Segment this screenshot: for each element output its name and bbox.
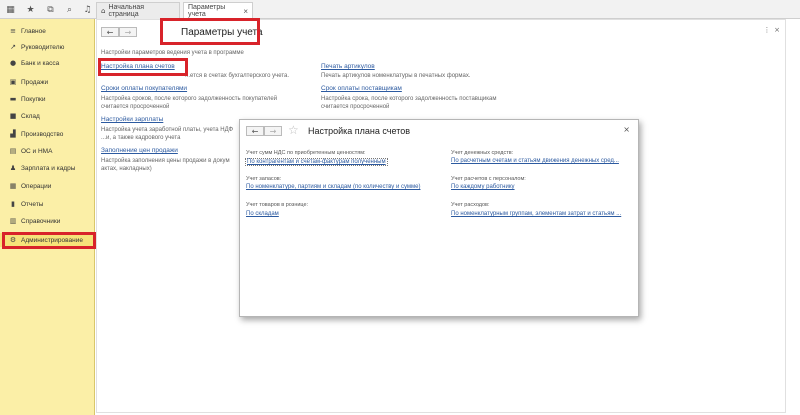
cart-icon: ▣ [9,78,17,86]
operations-icon: ▦ [9,182,17,190]
sidebar-item-warehouse[interactable]: ■ Склад [0,109,95,123]
sidebar-item-label: Отчеты [21,200,44,208]
expense-accounting-label: Учет расходов: [451,202,490,208]
customer-payment-terms-desc2: считается просроченной [101,104,170,110]
sidebar-item-label: ОС и НМА [21,147,53,155]
sales-prices-link[interactable]: Заполнение цен продажи [101,147,178,154]
personnel-accounting-label: Учет расчетов с персоналом: [451,176,526,182]
tab-accounting-params[interactable]: Параметры учета × [183,2,253,19]
supplier-payment-terms-link[interactable]: Срок оплаты поставщикам [321,85,402,92]
sidebar-item-operations[interactable]: ▦ Операции [0,179,95,193]
back-button[interactable]: ← [101,27,119,37]
sidebar-item-label: Операции [21,182,52,190]
cash-accounting-link[interactable]: По расчетным счетам и статьям движения д… [451,158,619,164]
sidebar-item-sales[interactable]: ▣ Продажи [0,75,95,89]
dialog-back-button[interactable]: ← [246,126,264,136]
search-icon[interactable]: ⌕ [62,2,77,17]
salary-settings-desc: Настройка учета заработной платы, учета … [101,127,234,133]
sidebar-item-fixed-assets[interactable]: ▤ ОС и НМА [0,144,95,158]
sidebar-item-label: Зарплата и кадры [21,164,76,172]
cash-accounting-label: Учет денежных средств: [451,150,514,156]
personnel-accounting-link[interactable]: По каждому работнику [451,184,515,190]
tab-home-label: Начальная страница [108,4,145,18]
bell-icon[interactable]: ♫ [80,2,95,17]
tab-home[interactable]: ⌂ Начальная страница [96,2,180,19]
sidebar-item-catalogs[interactable]: ▥ Справочники [0,214,95,228]
basket-icon: ▬ [9,95,17,103]
sidebar-item-purchases[interactable]: ▬ Покупки [0,92,95,106]
expense-accounting-link[interactable]: По номенклатурным группам, элементам зат… [451,211,621,217]
close-icon[interactable]: × [243,7,248,16]
chart-of-accounts-desc: ...ется в счетах бухгалтерского учета. [185,73,290,79]
print-articles-link[interactable]: Печать артикулов [321,63,375,70]
highlight-chart-of-accounts-link [98,58,188,76]
home-icon: ⌂ [101,7,106,15]
top-bar: ▦ ★ ⧉ ⌕ ♫ ⌂ Начальная страница Параметры… [0,0,800,19]
sidebar-item-label: Справочники [21,217,61,225]
intro-text: Настройки параметров ведения учета в про… [101,50,244,56]
sidebar-item-manager[interactable]: ↗ Руководителю [0,40,95,54]
highlight-page-title [160,18,260,45]
sidebar-item-label: Банк и касса [21,59,60,67]
star-icon[interactable]: ★ [23,2,38,17]
menu-icon: ≡ [10,27,16,35]
building-icon: ▤ [9,147,17,155]
more-icon[interactable]: ⋮ [762,26,772,34]
sidebar-item-reports[interactable]: ▮ Отчеты [0,197,95,211]
history-icon[interactable]: ⧉ [43,2,58,17]
sales-prices-desc: Настройка заполнения цены продажи в доку… [101,158,230,164]
sidebar-item-production[interactable]: ▟ Производство [0,127,95,141]
sidebar: ≡ Главное ↗ Руководителю ● Банк и касса … [0,19,95,415]
factory-icon: ▟ [10,130,16,138]
forward-button[interactable]: → [119,27,137,37]
highlight-administration [2,232,96,249]
sidebar-item-label: Продажи [21,78,49,86]
salary-settings-desc2: ...и, а также кадрового учета [101,135,181,141]
people-icon: ♟ [9,164,17,172]
sidebar-item-label: Склад [21,112,40,120]
sidebar-item-bank[interactable]: ● Банк и касса [0,56,95,70]
supplier-payment-terms-desc: Настройка срока, после которого задолжен… [321,96,497,102]
chart-of-accounts-dialog: ← → ☆ Настройка плана счетов × Учет сумм… [239,119,639,317]
sidebar-item-label: Руководителю [21,43,65,51]
retail-accounting-label: Учет товаров в рознице: [246,202,309,208]
customer-payment-terms-desc: Настройка сроков, после которого задолже… [101,96,278,102]
favorite-star-icon[interactable]: ☆ [288,123,299,137]
customer-payment-terms-link[interactable]: Сроки оплаты покупателями [101,85,187,92]
report-icon: ▮ [11,200,15,208]
grid-icon[interactable]: ▦ [3,2,18,17]
chart-icon: ↗ [10,43,16,51]
box-icon: ■ [9,112,17,120]
supplier-payment-terms-desc2: считается просроченной [321,104,390,110]
sidebar-item-label: Покупки [21,95,46,103]
vat-accounting-link[interactable]: По контрагентам и счетам-фактурам получе… [245,158,388,166]
close-icon[interactable]: × [772,26,782,34]
window-controls: ⋮ × [762,26,782,34]
salary-settings-link[interactable]: Настройки зарплаты [101,116,163,123]
retail-accounting-link[interactable]: По складам [246,211,279,217]
sidebar-item-label: Производство [21,130,64,138]
close-icon[interactable]: × [623,125,630,134]
print-articles-desc: Печать артикулов номенклатуры в печатных… [321,73,471,79]
main-nav: ← → [101,27,137,37]
dialog-nav: ← → [246,126,282,136]
books-icon: ▥ [9,217,17,225]
inventory-accounting-link[interactable]: По номенклатуре, партиям и складам (по к… [246,184,420,190]
sidebar-item-salary[interactable]: ♟ Зарплата и кадры [0,161,95,175]
sales-prices-desc2: актах, накладных) [101,166,152,172]
vat-accounting-label: Учет сумм НДС по приобретенным ценностям… [246,150,366,156]
inventory-accounting-label: Учет запасов: [246,176,282,182]
sidebar-item-main[interactable]: ≡ Главное [0,24,95,38]
dialog-forward-button[interactable]: → [264,126,282,136]
tab-accounting-params-label: Параметры учета [188,4,226,18]
ruble-icon: ● [9,59,17,67]
dialog-title: Настройка плана счетов [308,126,411,136]
sidebar-item-label: Главное [21,27,46,35]
